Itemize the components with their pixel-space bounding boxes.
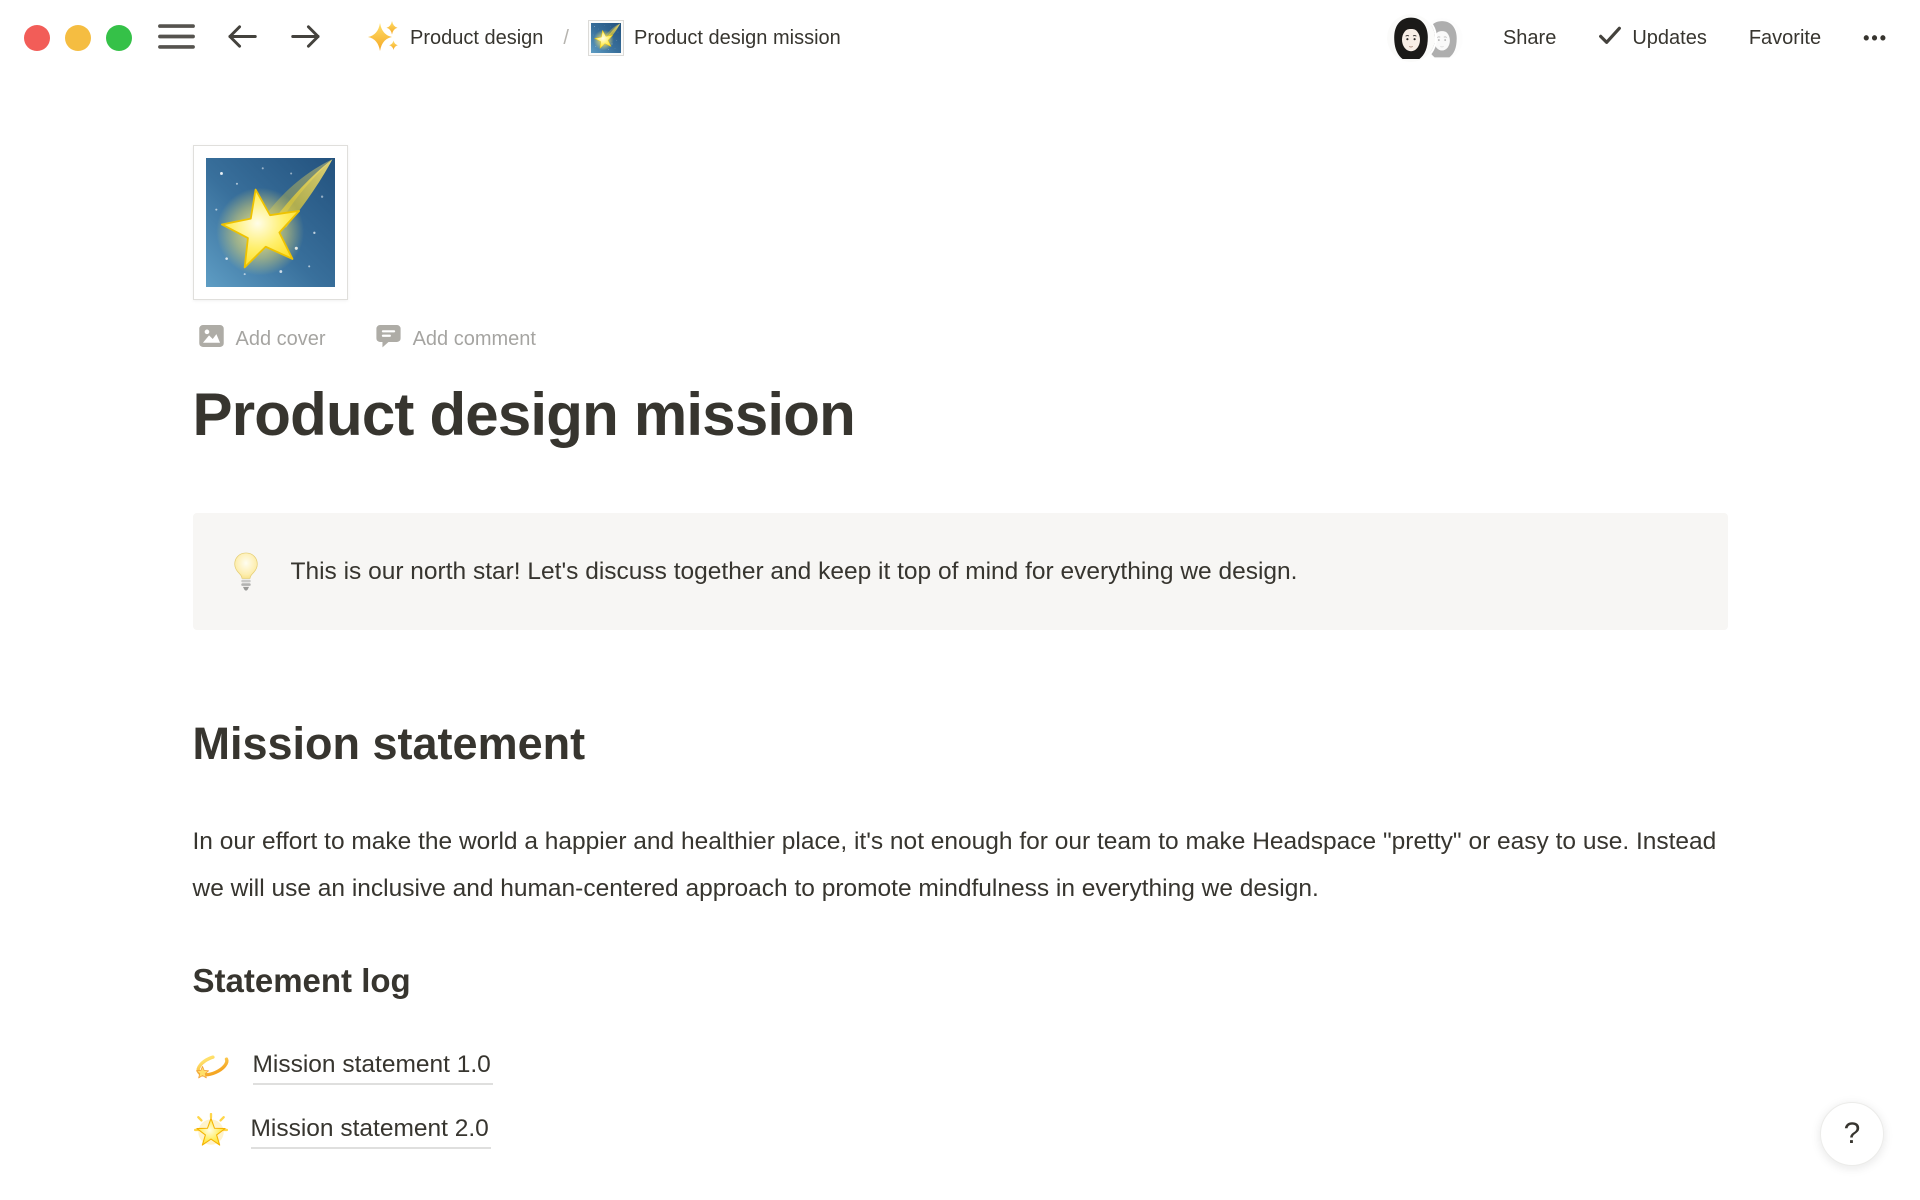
- page-link-mission-statement-1[interactable]: Mission statement 1.0: [193, 1035, 1728, 1099]
- page-link-label: Mission statement 1.0: [253, 1049, 493, 1085]
- breadcrumb-item-product-design-mission[interactable]: Product design mission: [583, 17, 847, 59]
- sidebar-menu-button[interactable]: [154, 19, 199, 57]
- callout-text: This is our north star! Let's discuss to…: [291, 558, 1298, 586]
- more-icon: •••: [1863, 28, 1888, 49]
- arrow-right-icon: [289, 22, 323, 54]
- comment-bubble-icon: [376, 325, 401, 354]
- mission-statement-body[interactable]: In our effort to make the world a happie…: [193, 818, 1728, 912]
- statement-log-heading[interactable]: Statement log: [193, 960, 1728, 1001]
- mission-statement-heading[interactable]: Mission statement: [193, 716, 1728, 772]
- topbar-actions: Share Updates Favorite •••: [1379, 14, 1892, 62]
- add-cover-label: Add cover: [236, 328, 326, 351]
- updates-button[interactable]: Updates: [1594, 19, 1711, 57]
- question-mark-icon: ?: [1844, 1117, 1861, 1151]
- close-window-button[interactable]: [24, 25, 50, 51]
- notion-window: Product design / Product design mission: [0, 0, 1920, 1200]
- image-icon: [199, 325, 224, 353]
- help-button[interactable]: ?: [1820, 1102, 1884, 1166]
- collaborator-avatars[interactable]: [1379, 14, 1465, 62]
- window-topbar: Product design / Product design mission: [0, 0, 1920, 76]
- add-comment-button[interactable]: Add comment: [370, 321, 542, 358]
- dizzy-star-icon: [193, 1050, 231, 1084]
- breadcrumb-label: Product design mission: [634, 27, 841, 50]
- breadcrumb-item-product-design[interactable]: Product design: [361, 15, 549, 61]
- page-meta-actions: Add cover Add comment: [193, 321, 1728, 357]
- breadcrumb: Product design / Product design mission: [361, 15, 847, 61]
- page-content: Add cover Add comment Product design mis…: [193, 145, 1728, 1163]
- avatar: [1387, 14, 1435, 62]
- callout-block[interactable]: This is our north star! Let's discuss to…: [193, 513, 1728, 630]
- arrow-left-icon: [225, 22, 259, 54]
- traffic-lights: [24, 25, 132, 51]
- checkmark-icon: [1598, 25, 1622, 51]
- sparkles-icon: [367, 19, 399, 57]
- statement-log-links: Mission statement 1.0 Mission statement …: [193, 1035, 1728, 1163]
- favorite-label: Favorite: [1749, 27, 1821, 50]
- forward-button[interactable]: [285, 18, 327, 58]
- light-bulb-icon: [233, 552, 259, 592]
- shooting-star-icon: [589, 21, 623, 55]
- share-label: Share: [1503, 27, 1556, 50]
- add-cover-button[interactable]: Add cover: [193, 321, 332, 357]
- more-options-button[interactable]: •••: [1859, 22, 1892, 55]
- page-title[interactable]: Product design mission: [193, 377, 1728, 452]
- page-link-label: Mission statement 2.0: [251, 1113, 491, 1149]
- glowing-star-icon: [193, 1113, 229, 1149]
- updates-label: Updates: [1632, 27, 1707, 50]
- favorite-button[interactable]: Favorite: [1745, 21, 1825, 56]
- back-button[interactable]: [221, 18, 263, 58]
- minimize-window-button[interactable]: [65, 25, 91, 51]
- zoom-window-button[interactable]: [106, 25, 132, 51]
- breadcrumb-label: Product design: [410, 27, 543, 50]
- shooting-star-icon: [206, 158, 335, 287]
- page-link-mission-statement-2[interactable]: Mission statement 2.0: [193, 1099, 1728, 1163]
- breadcrumb-separator: /: [561, 27, 571, 50]
- page-icon[interactable]: [193, 145, 348, 300]
- share-button[interactable]: Share: [1499, 21, 1560, 56]
- add-comment-label: Add comment: [413, 328, 536, 351]
- hamburger-icon: [158, 23, 195, 53]
